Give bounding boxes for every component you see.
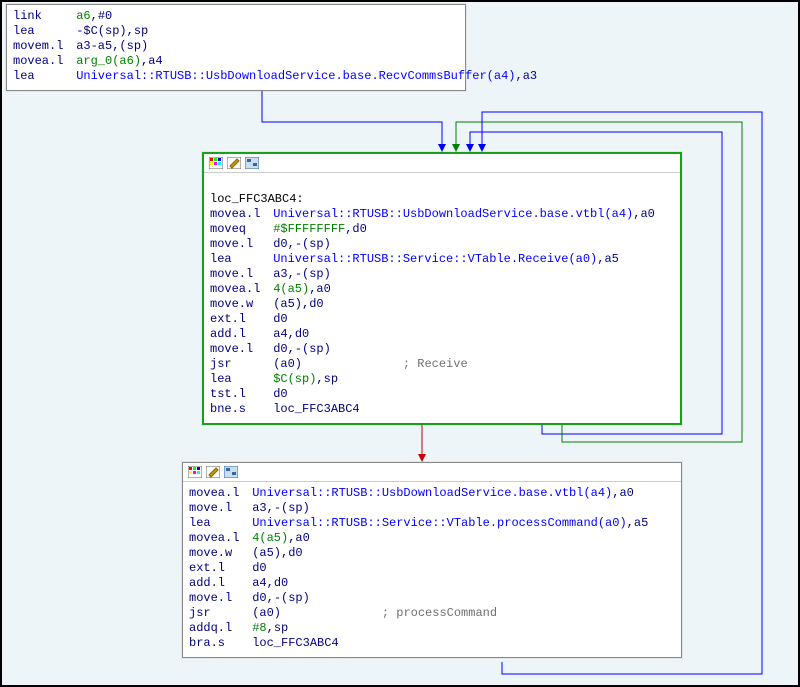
- edit-icon[interactable]: [205, 465, 221, 479]
- graph-canvas[interactable]: link a6,#0 lea -$C(sp),sp movem.l a3-a5,…: [2, 2, 798, 685]
- code-block-3: movea.l Universal::RTUSB::UsbDownloadSer…: [183, 482, 681, 657]
- group-icon[interactable]: [244, 156, 260, 170]
- code-block-2: loc_FFC3ABC4: movea.l Universal::RTUSB::…: [204, 173, 680, 423]
- palette-icon[interactable]: [208, 156, 224, 170]
- node-toolbar: [183, 463, 681, 482]
- node-toolbar: [204, 154, 680, 173]
- code-block-1: link a6,#0 lea -$C(sp),sp movem.l a3-a5,…: [7, 5, 465, 90]
- basic-block-3[interactable]: movea.l Universal::RTUSB::UsbDownloadSer…: [182, 462, 682, 658]
- group-icon[interactable]: [223, 465, 239, 479]
- basic-block-2[interactable]: loc_FFC3ABC4: movea.l Universal::RTUSB::…: [202, 152, 682, 425]
- palette-icon[interactable]: [187, 465, 203, 479]
- edit-icon[interactable]: [226, 156, 242, 170]
- basic-block-1[interactable]: link a6,#0 lea -$C(sp),sp movem.l a3-a5,…: [6, 4, 466, 91]
